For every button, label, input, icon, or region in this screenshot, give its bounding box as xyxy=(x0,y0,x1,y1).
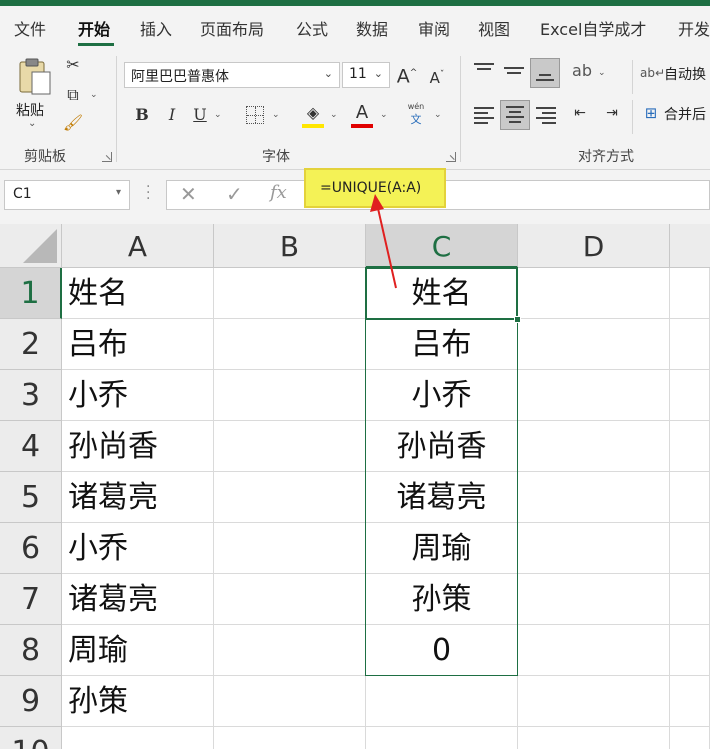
annotation-arrow xyxy=(370,194,397,289)
